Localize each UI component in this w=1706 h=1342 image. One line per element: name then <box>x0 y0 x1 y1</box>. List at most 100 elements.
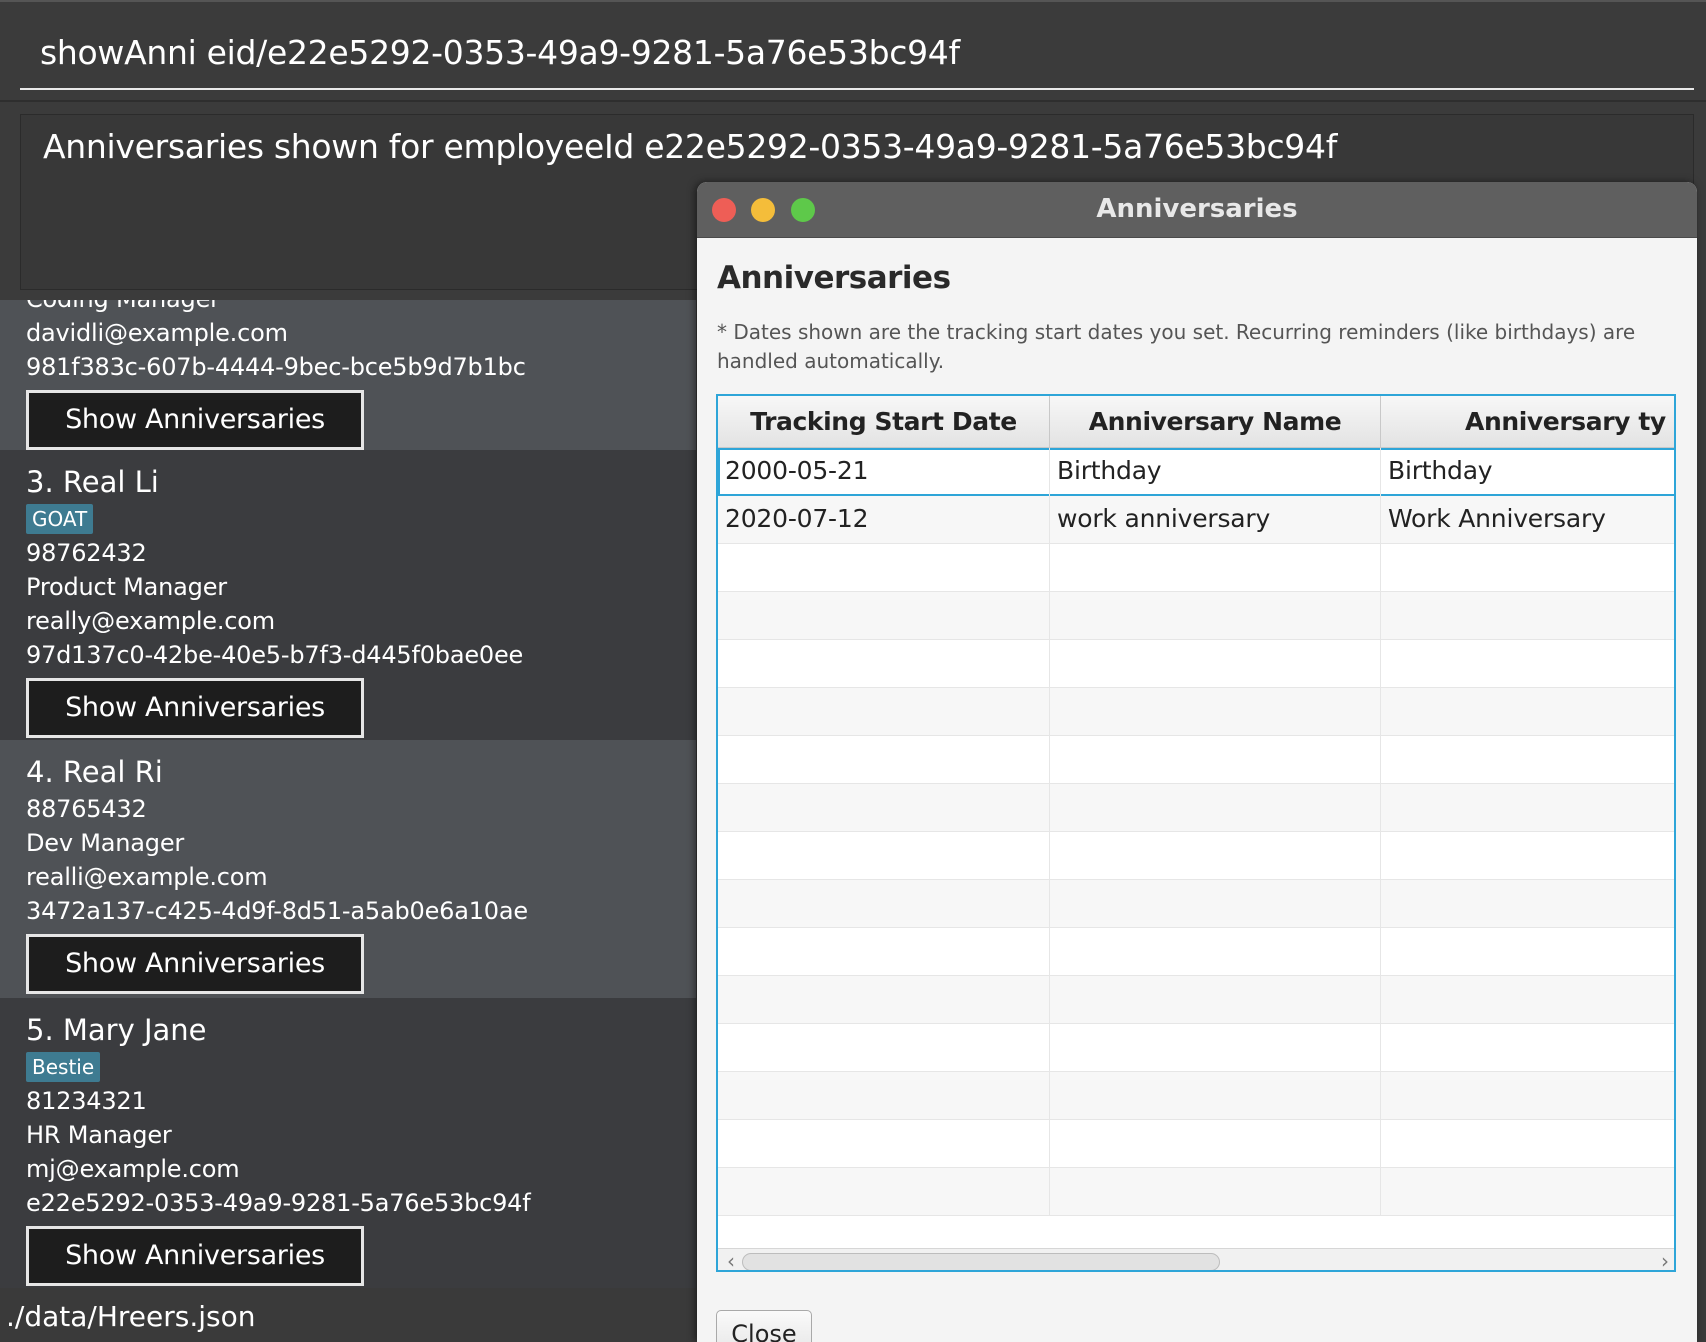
scrollbar-thumb[interactable] <box>742 1253 1220 1270</box>
employee-tag: Bestie <box>26 1052 101 1082</box>
empty-cell <box>1050 544 1381 592</box>
cell-tracking-start-date: 2020-07-12 <box>718 496 1050 544</box>
dialog-note: * Dates shown are the tracking start dat… <box>717 320 1636 373</box>
empty-table-row <box>718 1168 1674 1216</box>
empty-table-row <box>718 784 1674 832</box>
empty-cell <box>718 976 1050 1024</box>
dialog-titlebar[interactable]: Anniversaries <box>697 182 1697 238</box>
empty-cell <box>718 832 1050 880</box>
table-header: Tracking Start Date Anniversary Name Ann… <box>718 396 1674 448</box>
horizontal-scrollbar[interactable]: ‹ › <box>718 1248 1674 1270</box>
empty-cell <box>1050 784 1381 832</box>
show-anniversaries-button[interactable]: Show Anniversaries <box>26 1226 364 1286</box>
empty-table-row <box>718 688 1674 736</box>
empty-cell <box>1381 1024 1674 1072</box>
empty-cell <box>1381 1072 1674 1120</box>
scroll-left-icon[interactable]: ‹ <box>722 1249 740 1270</box>
employee-id: 3472a137-c425-4d9f-8d51-a5ab0e6a10ae <box>26 897 528 925</box>
empty-cell <box>1381 784 1674 832</box>
column-header-anniversary-name[interactable]: Anniversary Name <box>1050 396 1381 448</box>
column-header-anniversary-type[interactable]: Anniversary ty <box>1381 396 1674 448</box>
empty-cell <box>1381 880 1674 928</box>
dialog-heading: Anniversaries <box>717 260 951 296</box>
empty-table-row <box>718 832 1674 880</box>
empty-table-row <box>718 880 1674 928</box>
employee-email: mj@example.com <box>26 1155 240 1183</box>
show-anniversaries-button[interactable]: Show Anniversaries <box>26 678 364 738</box>
empty-cell <box>1050 832 1381 880</box>
employee-card[interactable]: 5. Mary Jane Bestie 81234321 HR Manager … <box>0 998 696 1288</box>
empty-cell <box>718 736 1050 784</box>
cell-anniversary-name: work anniversary <box>1050 496 1381 544</box>
empty-cell <box>1381 928 1674 976</box>
empty-table-row <box>718 976 1674 1024</box>
employee-role: Dev Manager <box>26 829 185 857</box>
empty-cell <box>1050 976 1381 1024</box>
empty-cell <box>1050 1072 1381 1120</box>
empty-cell <box>1381 592 1674 640</box>
empty-cell <box>718 1072 1050 1120</box>
empty-cell <box>718 880 1050 928</box>
show-anniversaries-button[interactable]: Show Anniversaries <box>26 390 364 450</box>
empty-cell <box>1381 1120 1674 1168</box>
anniversaries-dialog: Anniversaries Anniversaries * Dates show… <box>697 182 1697 1342</box>
cell-anniversary-type: Work Anniversary <box>1381 496 1674 544</box>
command-input[interactable]: showAnni eid/e22e5292-0353-49a9-9281-5a7… <box>20 24 1694 90</box>
table-row[interactable]: 2020-07-12 work anniversary Work Anniver… <box>718 496 1674 544</box>
column-header-tracking-start-date[interactable]: Tracking Start Date <box>718 396 1050 448</box>
empty-cell <box>1381 976 1674 1024</box>
empty-table-row <box>718 544 1674 592</box>
cell-anniversary-name: Birthday <box>1050 448 1381 496</box>
empty-cell <box>1381 640 1674 688</box>
empty-cell <box>1381 688 1674 736</box>
data-file-path: ./data/Hreers.json <box>6 1300 256 1333</box>
empty-cell <box>1050 592 1381 640</box>
empty-cell <box>1050 1024 1381 1072</box>
empty-cell <box>1381 544 1674 592</box>
employee-phone: 88765432 <box>26 795 147 823</box>
anniversaries-table[interactable]: Tracking Start Date Anniversary Name Ann… <box>716 394 1676 1272</box>
close-button[interactable]: Close <box>716 1310 812 1342</box>
show-anniversaries-button[interactable]: Show Anniversaries <box>26 934 364 994</box>
empty-table-row <box>718 1120 1674 1168</box>
empty-table-row <box>718 736 1674 784</box>
empty-cell <box>718 544 1050 592</box>
employee-name: 4. Real Ri <box>26 755 163 789</box>
empty-table-row <box>718 1072 1674 1120</box>
employee-email: really@example.com <box>26 607 275 635</box>
employee-card[interactable]: 4. Real Ri 88765432 Dev Manager realli@e… <box>0 740 696 998</box>
employee-list[interactable]: Coding Manager davidli@example.com 981f3… <box>0 300 696 1288</box>
empty-cell <box>718 1120 1050 1168</box>
empty-cell <box>718 592 1050 640</box>
empty-table-row <box>718 928 1674 976</box>
empty-table-row <box>718 1024 1674 1072</box>
empty-cell <box>718 1168 1050 1216</box>
empty-cell <box>718 784 1050 832</box>
empty-cell <box>1050 880 1381 928</box>
empty-cell <box>718 640 1050 688</box>
employee-email: davidli@example.com <box>26 319 288 347</box>
empty-cell <box>718 688 1050 736</box>
result-message: Anniversaries shown for employeeId e22e5… <box>43 127 1338 166</box>
empty-cell <box>1050 928 1381 976</box>
cell-anniversary-type: Birthday <box>1381 448 1674 496</box>
employee-name: 5. Mary Jane <box>26 1013 207 1047</box>
empty-cell <box>1050 688 1381 736</box>
empty-cell <box>1050 736 1381 784</box>
window-title: Anniversaries <box>1096 194 1298 224</box>
employee-email: realli@example.com <box>26 863 268 891</box>
employee-role: Coding Manager <box>26 300 696 316</box>
scroll-right-icon[interactable]: › <box>1656 1249 1674 1270</box>
employee-phone: 98762432 <box>26 539 147 567</box>
employee-id: 97d137c0-42be-40e5-b7f3-d445f0bae0ee <box>26 641 524 669</box>
empty-cell <box>1050 640 1381 688</box>
employee-card[interactable]: Coding Manager davidli@example.com 981f3… <box>0 300 696 450</box>
table-row[interactable]: 2000-05-21 Birthday Birthday <box>718 448 1674 496</box>
employee-card[interactable]: 3. Real Li GOAT 98762432 Product Manager… <box>0 450 696 740</box>
employee-role: Product Manager <box>26 573 227 601</box>
empty-cell <box>1050 1120 1381 1168</box>
employee-role: HR Manager <box>26 1121 172 1149</box>
empty-cell <box>718 928 1050 976</box>
employee-id: e22e5292-0353-49a9-9281-5a76e53bc94f <box>26 1189 531 1217</box>
employee-phone: 81234321 <box>26 1087 147 1115</box>
